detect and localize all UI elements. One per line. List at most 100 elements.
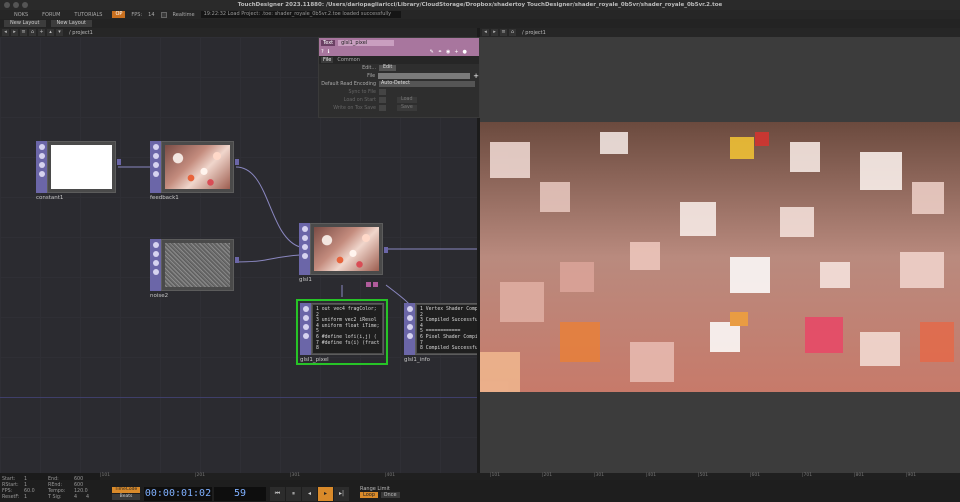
edit-button[interactable]: Edit bbox=[379, 65, 397, 71]
back-icon[interactable]: ◂ bbox=[2, 29, 9, 36]
display-icon[interactable] bbox=[301, 244, 308, 250]
node-label[interactable]: glsl1 bbox=[299, 277, 312, 283]
display-icon[interactable] bbox=[152, 260, 159, 266]
viewer-toggle-icon[interactable] bbox=[406, 306, 413, 312]
node-side-panel[interactable] bbox=[299, 223, 310, 275]
render-icon[interactable] bbox=[302, 333, 309, 339]
render-icon[interactable] bbox=[406, 333, 413, 339]
node-label[interactable]: noise2 bbox=[150, 293, 168, 299]
node-glsl1[interactable]: glsl1 bbox=[299, 223, 388, 283]
minimize-window-button[interactable] bbox=[13, 2, 19, 8]
timecode-mode-button[interactable]: TimeCode bbox=[112, 487, 140, 493]
rend-value[interactable]: 600 bbox=[74, 483, 83, 488]
viewer-path[interactable]: / project1 bbox=[522, 30, 546, 36]
node-side-panel[interactable] bbox=[404, 303, 415, 355]
viewer-toggle-icon[interactable] bbox=[152, 242, 159, 248]
save-button[interactable]: Save bbox=[397, 105, 417, 111]
node-label[interactable]: glsl1_pixel bbox=[300, 357, 329, 363]
edit-icon[interactable] bbox=[152, 153, 159, 159]
file-field[interactable] bbox=[378, 73, 471, 79]
tab-file[interactable]: File bbox=[321, 57, 334, 63]
viewer-back-icon[interactable]: ◂ bbox=[482, 29, 489, 36]
viewer-forward-icon[interactable]: ▸ bbox=[491, 29, 498, 36]
display-icon[interactable] bbox=[38, 162, 45, 168]
comment-icon[interactable]: ✎ bbox=[430, 49, 434, 55]
step-back-button[interactable]: ◂ bbox=[302, 487, 317, 501]
output-connector[interactable] bbox=[117, 159, 121, 165]
node-glsl1-info[interactable]: 1 Vertex Shader Compi 2 3 Compiled Succe… bbox=[404, 303, 477, 363]
edit-icon[interactable] bbox=[302, 315, 309, 321]
output-connector[interactable] bbox=[235, 159, 239, 165]
fps-value[interactable]: 60.0 bbox=[24, 489, 35, 494]
zoom-window-button[interactable] bbox=[22, 2, 28, 8]
perf-button[interactable]: OP bbox=[112, 11, 126, 18]
add-param-icon[interactable]: + bbox=[454, 49, 458, 55]
docked-op-icon[interactable] bbox=[373, 282, 378, 287]
display-icon[interactable] bbox=[406, 324, 413, 330]
node-body[interactable]: 1 Vertex Shader Compi 2 3 Compiled Succe… bbox=[415, 303, 477, 355]
network-icon[interactable]: ● bbox=[463, 49, 467, 55]
realtime-checkbox[interactable] bbox=[160, 11, 167, 18]
load-button[interactable]: Load bbox=[397, 97, 417, 103]
op-name-field[interactable]: glsl1_pixel bbox=[338, 40, 395, 46]
edit-icon[interactable] bbox=[406, 315, 413, 321]
reset-value[interactable]: 1 bbox=[24, 495, 27, 500]
encoding-select[interactable]: Auto-Detect bbox=[379, 81, 475, 87]
sync-toggle[interactable] bbox=[379, 89, 386, 95]
output-connector[interactable] bbox=[384, 247, 388, 253]
viewer-toggle-icon[interactable] bbox=[301, 226, 308, 232]
python-icon[interactable]: ◉ bbox=[446, 49, 450, 55]
rstart-value[interactable]: 1 bbox=[24, 483, 27, 488]
once-button[interactable]: Once bbox=[380, 492, 400, 498]
output-connector[interactable] bbox=[235, 257, 239, 263]
add-file-icon[interactable]: + bbox=[473, 72, 479, 80]
node-side-panel[interactable] bbox=[36, 141, 47, 193]
edit-icon[interactable] bbox=[38, 153, 45, 159]
pause-button[interactable]: ⏸ bbox=[286, 487, 301, 501]
viewer-home-icon[interactable]: ⌂ bbox=[509, 29, 516, 36]
info-icon[interactable]: ℹ bbox=[328, 49, 330, 55]
end-value[interactable]: 600 bbox=[74, 477, 83, 482]
display-icon[interactable] bbox=[152, 162, 159, 168]
down-icon[interactable]: ▾ bbox=[56, 29, 63, 36]
node-constant1[interactable]: constant1 bbox=[36, 141, 121, 201]
node-body[interactable] bbox=[161, 239, 234, 291]
node-side-panel[interactable] bbox=[300, 303, 311, 355]
node-side-panel[interactable] bbox=[150, 239, 161, 291]
edit-icon[interactable] bbox=[152, 251, 159, 257]
render-icon[interactable] bbox=[301, 253, 308, 259]
new-layout-button-2[interactable]: New Layout bbox=[50, 20, 92, 27]
home-icon[interactable]: ⌂ bbox=[29, 29, 36, 36]
node-body[interactable] bbox=[161, 141, 234, 193]
link-icon[interactable]: ⚭ bbox=[438, 49, 442, 55]
node-body[interactable]: 1 out vec4 fragColor; 2 3 uniform vec2 i… bbox=[311, 303, 384, 355]
node-noise2[interactable]: noise2 bbox=[150, 239, 239, 299]
new-layout-button[interactable]: New Layout bbox=[4, 20, 46, 27]
tab-common[interactable]: Common bbox=[335, 57, 362, 63]
forward-icon[interactable]: ▸ bbox=[11, 29, 18, 36]
menu-item-tutorials[interactable]: TUTORIALS bbox=[70, 12, 106, 18]
docked-op-icon[interactable] bbox=[366, 282, 371, 287]
rewind-button[interactable]: ⏮ bbox=[270, 487, 285, 501]
node-side-panel[interactable] bbox=[150, 141, 161, 193]
node-label[interactable]: feedback1 bbox=[150, 195, 179, 201]
tsig-value-a[interactable]: 4 bbox=[74, 495, 77, 500]
tempo-value[interactable]: 120.0 bbox=[74, 489, 88, 494]
loop-button[interactable]: Loop bbox=[360, 492, 378, 498]
edit-icon[interactable] bbox=[301, 235, 308, 241]
node-label[interactable]: constant1 bbox=[36, 195, 63, 201]
viewer-toggle-icon[interactable] bbox=[152, 144, 159, 150]
viewer-toggle-icon[interactable] bbox=[38, 144, 45, 150]
node-label[interactable]: glsl1_info bbox=[404, 357, 430, 363]
window-controls[interactable] bbox=[4, 2, 28, 8]
timeline-ruler-right[interactable]: |101 |201 |301 |401 |501 |601 |701 |801 … bbox=[480, 473, 960, 480]
close-window-button[interactable] bbox=[4, 2, 10, 8]
start-value[interactable]: 1 bbox=[24, 477, 27, 482]
pane-menu-icon[interactable]: ≡ bbox=[20, 29, 27, 36]
viewer-menu-icon[interactable]: ≡ bbox=[500, 29, 507, 36]
display-icon[interactable] bbox=[302, 324, 309, 330]
timecode-display[interactable]: 00:00:01:02 bbox=[144, 487, 212, 501]
parameter-panel[interactable]: Text glsl1_pixel ? ℹ ✎ ⚭ ◉ + ● File Comm… bbox=[318, 37, 480, 118]
step-forward-button[interactable]: ▸| bbox=[334, 487, 349, 501]
node-glsl1-pixel[interactable]: 1 out vec4 fragColor; 2 3 uniform vec2 i… bbox=[300, 303, 384, 363]
